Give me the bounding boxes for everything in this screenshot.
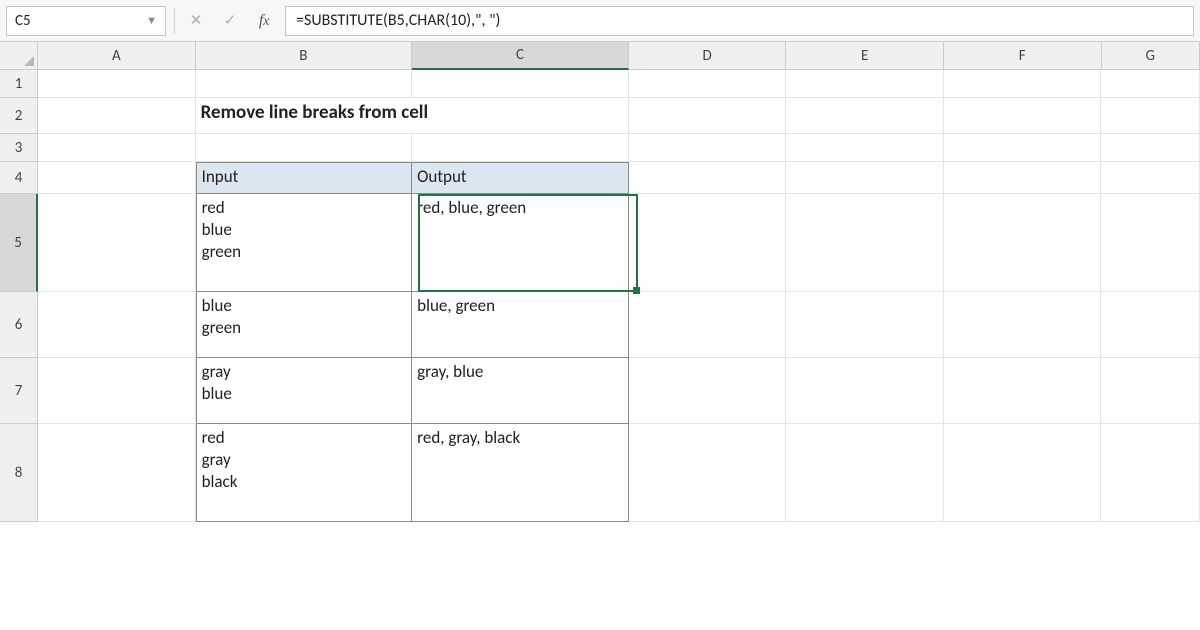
cell-d7[interactable] (629, 358, 787, 424)
cell-b3[interactable] (196, 134, 413, 162)
row-header-2[interactable]: 2 (0, 98, 37, 134)
grid[interactable]: Remove line breaks from cell Input (38, 70, 1200, 630)
cell-g1[interactable] (1101, 70, 1200, 98)
formula-input[interactable]: =SUBSTITUTE(B5,CHAR(10),", ") (285, 6, 1194, 36)
enter-button[interactable]: ✓ (217, 8, 243, 34)
name-box[interactable]: C5 ▼ (6, 6, 166, 36)
table-header-output[interactable]: Output (412, 162, 629, 194)
cell-a5[interactable] (38, 194, 196, 292)
cell-c5[interactable]: red, blue, green (412, 194, 629, 292)
name-box-value: C5 (15, 12, 31, 30)
cell-b8[interactable]: red gray black (196, 424, 413, 522)
select-all-corner[interactable] (0, 42, 38, 70)
cell-f5[interactable] (944, 194, 1102, 292)
row-header-7[interactable]: 7 (0, 358, 37, 424)
col-header-g[interactable]: G (1102, 42, 1200, 69)
cell-a2[interactable] (38, 98, 196, 134)
cell-e7[interactable] (786, 358, 944, 424)
formula-text: =SUBSTITUTE(B5,CHAR(10),", ") (296, 11, 500, 30)
cell-d8[interactable] (629, 424, 787, 522)
col-header-a[interactable]: A (38, 42, 196, 69)
column-headers: A B C D E F G (38, 42, 1200, 70)
row-header-4[interactable]: 4 (0, 162, 37, 194)
row-header-8[interactable]: 8 (0, 424, 37, 522)
col-header-f[interactable]: F (944, 42, 1102, 69)
cell-d3[interactable] (629, 134, 787, 162)
dropdown-icon[interactable]: ▼ (146, 14, 157, 27)
cell-e1[interactable] (786, 70, 944, 98)
cell-c8[interactable]: red, gray, black (412, 424, 629, 522)
cell-c3[interactable] (412, 134, 629, 162)
cell-e3[interactable] (786, 134, 944, 162)
cell-a6[interactable] (38, 292, 196, 358)
cell-c1[interactable] (412, 70, 629, 98)
cell-f7[interactable] (944, 358, 1102, 424)
row-header-5[interactable]: 5 (0, 194, 38, 292)
title-cell[interactable]: Remove line breaks from cell (196, 98, 629, 134)
separator (174, 8, 175, 34)
cell-f4[interactable] (944, 162, 1102, 194)
cell-g3[interactable] (1101, 134, 1200, 162)
cell-a1[interactable] (38, 70, 196, 98)
cell-b5[interactable]: red blue green (196, 194, 413, 292)
col-header-e[interactable]: E (786, 42, 944, 69)
cancel-button[interactable]: ✕ (183, 8, 209, 34)
cell-a7[interactable] (38, 358, 196, 424)
sheet-area: A B C D E F G 1 2 3 4 5 6 7 8 (0, 42, 1200, 630)
cell-g4[interactable] (1101, 162, 1200, 194)
cell-g2[interactable] (1101, 98, 1200, 134)
cell-g5[interactable] (1101, 194, 1200, 292)
cell-e6[interactable] (786, 292, 944, 358)
table-header-input[interactable]: Input (196, 162, 413, 194)
cell-f2[interactable] (944, 98, 1102, 134)
cell-d1[interactable] (629, 70, 787, 98)
fx-icon[interactable]: fx (251, 8, 277, 34)
cell-b7[interactable]: gray blue (196, 358, 413, 424)
row-header-1[interactable]: 1 (0, 70, 37, 98)
cell-g7[interactable] (1101, 358, 1200, 424)
cell-a3[interactable] (38, 134, 196, 162)
cell-g8[interactable] (1101, 424, 1200, 522)
cell-e8[interactable] (786, 424, 944, 522)
row-header-3[interactable]: 3 (0, 134, 37, 162)
row-headers: 1 2 3 4 5 6 7 8 (0, 70, 38, 522)
cell-g6[interactable] (1101, 292, 1200, 358)
col-header-b[interactable]: B (196, 42, 413, 69)
cell-d4[interactable] (629, 162, 787, 194)
cell-f8[interactable] (944, 424, 1102, 522)
cell-a4[interactable] (38, 162, 196, 194)
cell-f3[interactable] (944, 134, 1102, 162)
cell-a8[interactable] (38, 424, 196, 522)
row-header-6[interactable]: 6 (0, 292, 37, 358)
cell-e2[interactable] (786, 98, 944, 134)
col-header-d[interactable]: D (629, 42, 787, 69)
cell-f6[interactable] (944, 292, 1102, 358)
cell-f1[interactable] (944, 70, 1102, 98)
cell-c6[interactable]: blue, green (412, 292, 629, 358)
col-header-c[interactable]: C (412, 42, 629, 70)
cell-e5[interactable] (786, 194, 944, 292)
cell-e4[interactable] (786, 162, 944, 194)
cell-d6[interactable] (629, 292, 787, 358)
cell-b1[interactable] (196, 70, 413, 98)
cell-d5[interactable] (629, 194, 787, 292)
cell-c7[interactable]: gray, blue (412, 358, 629, 424)
cell-d2[interactable] (629, 98, 787, 134)
formula-bar: C5 ▼ ✕ ✓ fx =SUBSTITUTE(B5,CHAR(10),", "… (0, 0, 1200, 42)
cell-b6[interactable]: blue green (196, 292, 413, 358)
